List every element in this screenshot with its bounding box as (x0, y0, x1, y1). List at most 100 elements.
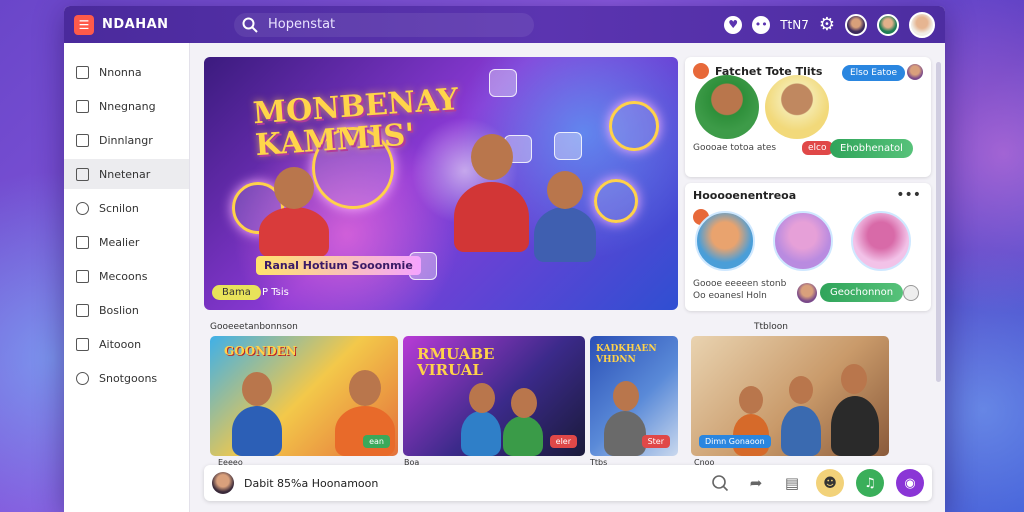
user-icon (76, 371, 89, 385)
grid-icon (76, 235, 89, 249)
grid-icon (76, 269, 89, 283)
bottom-bar-text: Dabit 85%a Hoonamoon (244, 476, 379, 490)
music-icon[interactable]: ♫ (856, 469, 884, 497)
search-icon (242, 17, 258, 33)
sidebar-item-10[interactable]: Snotgoons (64, 363, 189, 393)
sidebar: Nnonna Nnegnang Dinnlangr Nnetenar Scnil… (64, 43, 190, 512)
character-avatar[interactable] (851, 211, 911, 271)
hero-pill-button[interactable]: Bama (212, 285, 261, 300)
thumbnail-title: KADKHAEN VHDNN (596, 344, 657, 365)
scrollbar[interactable] (936, 62, 941, 382)
search-icon[interactable] (708, 471, 732, 495)
kid-figure (259, 167, 329, 257)
top-right-controls: ♥ •• TtN7 ⚙ (724, 11, 935, 38)
sidebar-item-label: Dinnlangr (99, 133, 153, 147)
search-input[interactable] (268, 17, 508, 32)
square-icon (76, 133, 89, 147)
kid-figure (503, 388, 543, 456)
card-title: Hooooenentreoa (693, 189, 797, 202)
kid-figure (604, 381, 646, 456)
duration-badge: eler (549, 435, 577, 448)
heart-icon[interactable]: ♥ (724, 15, 743, 34)
kid-figure (335, 370, 395, 456)
sidebar-item-4[interactable]: Nnetenar (64, 159, 189, 189)
thumbnail-title: RMUABE VIRUAL (417, 345, 495, 379)
search-bar[interactable] (234, 12, 534, 37)
sidebar-item-1[interactable]: Nnonna (64, 57, 189, 87)
gear-icon[interactable]: ⚙ (819, 14, 835, 35)
app-window: ☰ NDAHAN ♥ •• TtN7 ⚙ Nnonna Nnegnang Din… (64, 6, 945, 512)
avatar[interactable] (877, 13, 899, 36)
thumbnail-title: GOONDEN (224, 344, 297, 358)
hero-title: MONBENAY KAMMIS' (251, 82, 460, 164)
video-thumbnail[interactable]: RMUABE VIRUAL eler (403, 336, 585, 456)
floating-tile-icon (489, 69, 517, 97)
subscribe-button[interactable]: Ehobhenatol (830, 139, 913, 158)
hero-banner[interactable]: MONBENAY KAMMIS' Ranal Hotium Sooonmie B… (204, 57, 678, 310)
sidebar-item-label: Boslion (99, 303, 139, 317)
creator-portrait (695, 75, 759, 139)
floating-tile-icon (554, 132, 582, 160)
video-thumbnail[interactable]: GOONDEN ean (210, 336, 398, 456)
card-subtitle: Goooe eeeeen stonb (693, 279, 787, 289)
app-title: NDAHAN (102, 17, 169, 32)
character-avatar[interactable] (773, 211, 833, 271)
duration-badge: Ster (641, 435, 670, 448)
hero-caption: Ranal Hotium Sooonmie (256, 256, 421, 275)
sidebar-item-3[interactable]: Dinnlangr (64, 125, 189, 155)
kid-figure (461, 383, 501, 456)
connect-button[interactable]: Geochonnon (820, 283, 904, 302)
sidebar-item-2[interactable]: Nnegnang (64, 91, 189, 121)
card-header: Hooooenentreoa (693, 189, 796, 202)
avatar[interactable] (212, 472, 234, 494)
status-label[interactable]: TtN7 (780, 18, 809, 32)
card-subtitle: Oo eoanesl Holn (693, 291, 767, 301)
chat-icon[interactable]: •• (752, 15, 771, 34)
more-icon[interactable]: ••• (896, 187, 921, 203)
section-title-right: Ttbloon (754, 322, 788, 332)
sidebar-item-5[interactable]: Scnilon (64, 193, 189, 223)
kid-figure (454, 134, 529, 252)
card-subtitle: Goooae totoa ates (693, 143, 777, 153)
sidebar-item-label: Nnegnang (99, 99, 156, 113)
sidebar-item-7[interactable]: Mecoons (64, 261, 189, 291)
kid-figure (534, 171, 596, 262)
square-icon (76, 65, 89, 79)
search-icon (76, 201, 89, 215)
profile-avatar[interactable] (909, 11, 935, 38)
video-thumbnail[interactable]: Dimn Gonaoon (691, 336, 889, 456)
video-thumbnail[interactable]: KADKHAEN VHDNN Ster (590, 336, 678, 456)
share-icon[interactable]: ➦ (744, 471, 768, 495)
follow-button[interactable]: Elso Eatoe (841, 65, 905, 81)
bottom-bar: Dabit 85%a Hoonamoon ➦ ▤ ☻ ♫ ◉ (204, 465, 932, 501)
square-icon (76, 167, 89, 181)
bell-icon (76, 337, 89, 351)
sidebar-item-label: Mecoons (99, 269, 148, 283)
document-icon[interactable]: ▤ (780, 471, 804, 495)
sidebar-item-label: Aitooon (99, 337, 142, 351)
avatar[interactable] (907, 64, 923, 80)
duration-badge: ean (363, 435, 390, 448)
character-avatar[interactable] (695, 211, 755, 271)
section-title: Gooeeetanbonnson (210, 322, 298, 332)
top-bar: ☰ NDAHAN ♥ •• TtN7 ⚙ (64, 6, 945, 43)
avatar[interactable] (797, 283, 817, 303)
avatar[interactable] (845, 13, 867, 36)
record-icon[interactable]: ◉ (896, 469, 924, 497)
creator-card[interactable]: Fatchet Tote Tlits Elso Eatoe Goooae tot… (685, 57, 931, 177)
hero-meta: P Tsis (262, 287, 289, 298)
sidebar-item-6[interactable]: Mealier (64, 227, 189, 257)
avatar[interactable] (903, 285, 919, 301)
kid-figure (781, 376, 821, 456)
app-logo-icon[interactable]: ☰ (74, 14, 94, 35)
sidebar-item-8[interactable]: Boslion (64, 295, 189, 325)
orb-decoration (609, 101, 659, 151)
sidebar-item-label: Scnilon (99, 201, 139, 215)
sidebar-item-label: Nnonna (99, 65, 142, 79)
bottom-bar-actions: ➦ ▤ ☻ ♫ ◉ (708, 469, 924, 497)
sidebar-item-9[interactable]: Aitooon (64, 329, 189, 359)
suggested-card[interactable]: Hooooenentreoa ••• Goooe eeeeen stonb Oo… (685, 183, 931, 311)
emoji-icon[interactable]: ☻ (816, 469, 844, 497)
sidebar-item-label: Mealier (99, 235, 140, 249)
sidebar-item-label: Nnetenar (99, 167, 151, 181)
